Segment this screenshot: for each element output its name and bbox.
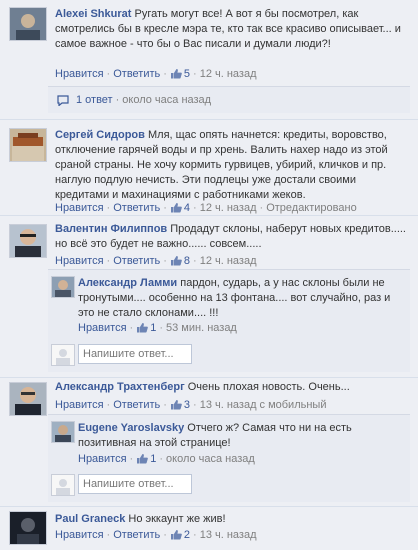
divider (0, 119, 418, 120)
like-count[interactable]: 5 (184, 68, 190, 80)
avatar[interactable] (9, 224, 47, 258)
comment-meta: Нравится · Ответить · 2 · 13 ч. назад (55, 529, 257, 544)
like-count[interactable]: 2 (184, 529, 190, 541)
reply-link[interactable]: Ответить (113, 529, 160, 541)
replies-time: около часа назад (122, 94, 212, 106)
reply-meta: Нравится · 1 · 53 мин. назад (78, 322, 237, 337)
thumbs-up-icon (170, 255, 182, 270)
thumbs-up-icon (170, 68, 182, 83)
reply-link[interactable]: Ответить (113, 68, 160, 80)
avatar (51, 474, 75, 496)
reply-input[interactable]: Напишите ответ... (78, 474, 192, 494)
avatar[interactable] (51, 276, 75, 298)
divider (0, 215, 418, 216)
like-link[interactable]: Нравится (78, 322, 127, 334)
reply-time[interactable]: около часа назад (166, 453, 255, 465)
reply-input[interactable]: Напишите ответ... (78, 344, 192, 364)
like-count[interactable]: 4 (184, 202, 190, 214)
divider (0, 506, 418, 507)
avatar[interactable] (9, 7, 47, 41)
reply-thread: Александр Ламми пардон, сударь, а у нас … (48, 269, 410, 372)
like-link[interactable]: Нравится (55, 399, 104, 411)
reply-meta: Нравится · 1 · около часа назад (78, 453, 255, 468)
like-count[interactable]: 3 (184, 399, 190, 411)
avatar[interactable] (9, 128, 47, 162)
reply-link[interactable]: Ответить (113, 202, 160, 214)
comment-author[interactable]: Сергей Сидоров (55, 129, 145, 141)
like-link[interactable]: Нравится (78, 453, 127, 465)
like-link[interactable]: Нравится (55, 202, 104, 214)
replies-summary[interactable]: 1 ответ · около часа назад (48, 86, 410, 113)
comment-author[interactable]: Alexei Shkurat (55, 8, 131, 20)
avatar (51, 344, 75, 366)
comment-text: Но эккаунт же жив! (128, 513, 226, 525)
reply-author[interactable]: Александр Ламми (78, 277, 177, 289)
comment-meta: Нравится · Ответить · 5 · 12 ч. назад (55, 68, 257, 83)
reply-link[interactable]: Ответить (113, 255, 160, 267)
reply-count[interactable]: 1 ответ (76, 94, 113, 106)
avatar[interactable] (9, 511, 47, 545)
speech-bubble-icon (57, 95, 69, 109)
comment-text: Очень плохая новость. Очень... (187, 381, 350, 393)
avatar[interactable] (51, 421, 75, 443)
thumbs-up-icon (170, 399, 182, 414)
reply-author[interactable]: Eugene Yaroslavsky (78, 422, 184, 434)
like-link[interactable]: Нравится (55, 529, 104, 541)
like-count[interactable]: 1 (150, 322, 156, 334)
comment-time[interactable]: 13 ч. назад (200, 529, 257, 541)
reply-link[interactable]: Ответить (113, 399, 160, 411)
comment-time[interactable]: 13 ч. назад (200, 399, 257, 411)
like-count[interactable]: 8 (184, 255, 190, 267)
thumbs-up-icon (136, 322, 149, 337)
comment-time[interactable]: 12 ч. назад (200, 68, 257, 80)
source-label: с мобильный (259, 399, 327, 411)
like-link[interactable]: Нравится (55, 68, 104, 80)
reply-thread: Eugene Yaroslavsky Отчего ж? Самая что н… (48, 414, 410, 502)
comment-author[interactable]: Александр Трахтенберг (55, 381, 185, 393)
edited-label: Отредактировано (266, 202, 357, 214)
comment-time[interactable]: 12 ч. назад (200, 202, 257, 214)
reply-time[interactable]: 53 мин. назад (166, 322, 237, 334)
like-count[interactable]: 1 (150, 453, 156, 465)
like-link[interactable]: Нравится (55, 255, 104, 267)
comment-meta: Нравится · Ответить · 3 · 13 ч. назад с мобильн… (55, 399, 326, 414)
comment-author[interactable]: Paul Graneck (55, 513, 125, 525)
avatar[interactable] (9, 382, 47, 416)
thumbs-up-icon (170, 529, 182, 544)
comment-meta: Нравится · Ответить · 8 · 12 ч. назад (55, 255, 257, 270)
thumbs-up-icon (136, 453, 149, 468)
comment-time[interactable]: 12 ч. назад (200, 255, 257, 267)
divider (0, 377, 418, 378)
comment-author[interactable]: Валентин Филиппов (55, 223, 167, 235)
